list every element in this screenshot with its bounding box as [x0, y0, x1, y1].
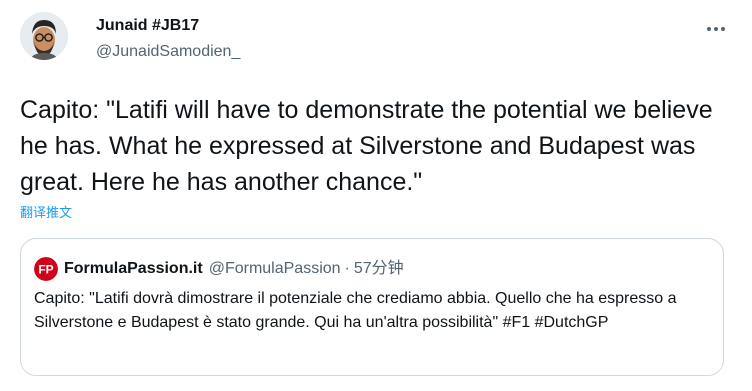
- quoted-tweet-header: FP FormulaPassion.it @FormulaPassion · 5…: [34, 257, 404, 281]
- quoted-author-display-name: FormulaPassion.it: [64, 260, 203, 277]
- quoted-author-handle: @FormulaPassion: [208, 260, 341, 277]
- quoted-timestamp: 57分钟: [353, 260, 404, 277]
- tweet-author: Junaid #JB17 @JunaidSamodien_: [96, 16, 240, 62]
- fp-logo-text: FP: [38, 263, 53, 277]
- author-display-name[interactable]: Junaid #JB17: [96, 16, 240, 36]
- translate-tweet-link[interactable]: 翻译推文: [20, 205, 72, 221]
- author-handle[interactable]: @JunaidSamodien_: [96, 42, 240, 62]
- quoted-tweet[interactable]: FP FormulaPassion.it @FormulaPassion · 5…: [20, 238, 724, 376]
- avatar[interactable]: [20, 12, 68, 60]
- fp-logo-icon: FP: [34, 257, 58, 281]
- more-horizontal-icon: [707, 27, 725, 31]
- formulapassion-logo: FP: [34, 257, 58, 281]
- avatar-illustration: [20, 12, 68, 60]
- more-options-button[interactable]: [704, 17, 728, 41]
- quoted-tweet-text: Capito: "Latifi dovrà dimostrare il pote…: [34, 290, 677, 331]
- tweet-text: Capito: "Latifi will have to demonstrate…: [20, 96, 713, 196]
- separator-dot: ·: [344, 260, 350, 277]
